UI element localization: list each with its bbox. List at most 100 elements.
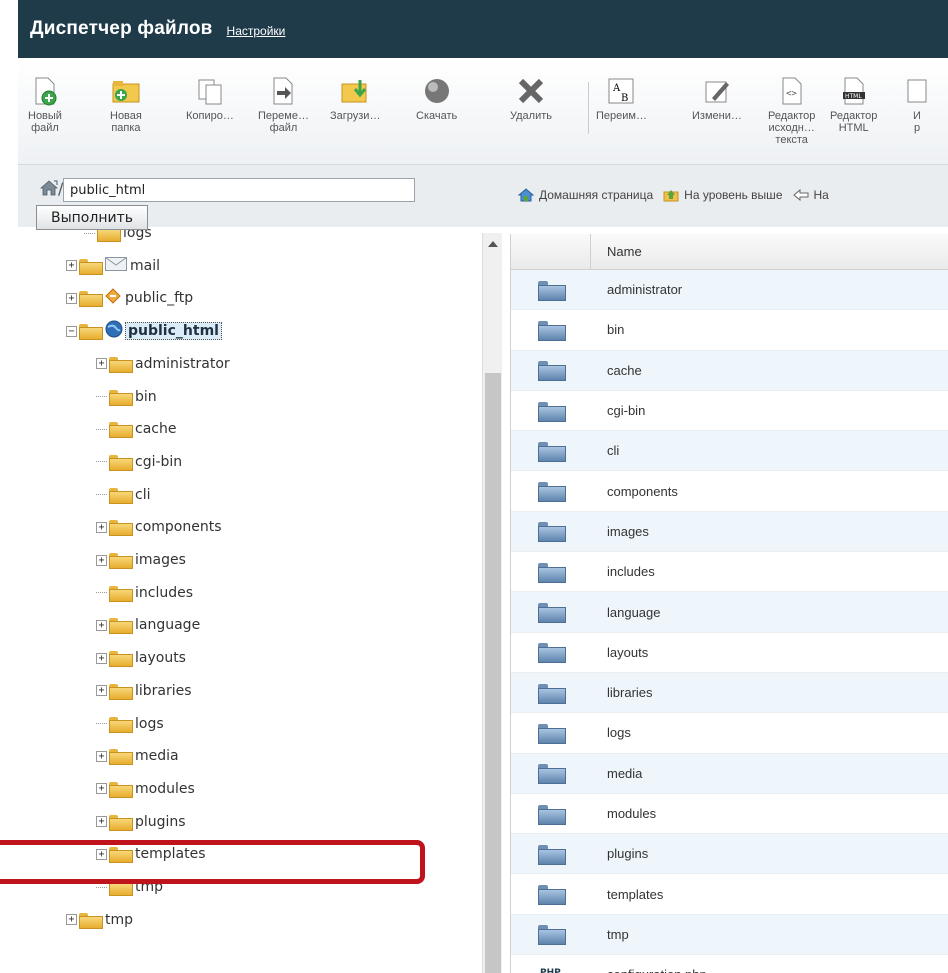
tree-node-components[interactable]: + components xyxy=(96,515,222,539)
tree-node-cli[interactable]: cli xyxy=(96,483,150,507)
expand-icon[interactable]: + xyxy=(96,619,107,631)
table-row[interactable]: plugins xyxy=(511,834,948,875)
table-row[interactable]: cli xyxy=(511,431,948,472)
path-input[interactable] xyxy=(63,178,415,202)
expand-icon[interactable]: + xyxy=(96,685,107,697)
home-page-link[interactable]: Домашняя страница xyxy=(518,188,653,202)
expand-icon[interactable]: + xyxy=(96,358,107,370)
toolbar-button-delete[interactable]: Удалить xyxy=(510,76,552,122)
tree-node-label: bin xyxy=(135,388,157,405)
table-row[interactable]: language xyxy=(511,592,948,633)
row-icon-cell xyxy=(511,441,591,462)
folder-icon xyxy=(109,814,133,831)
toolbar-button-new-folder[interactable]: Новая папка xyxy=(110,76,142,134)
settings-link[interactable]: Настройки xyxy=(227,24,286,38)
row-icon-cell xyxy=(511,764,591,785)
table-row[interactable]: templates xyxy=(511,874,948,915)
tree-node-tmp[interactable]: + tmp xyxy=(66,908,133,932)
toolbar-button-upload[interactable]: Загрузи… xyxy=(330,76,380,122)
copy-icon xyxy=(195,76,225,106)
toolbar-button-move[interactable]: Переме… файл xyxy=(258,76,309,134)
expand-icon[interactable]: + xyxy=(66,260,77,272)
rename-icon: AB xyxy=(606,76,636,106)
expand-icon[interactable]: + xyxy=(96,652,107,664)
collapse-icon[interactable]: − xyxy=(66,325,77,337)
tree-node-libraries[interactable]: + libraries xyxy=(96,679,192,703)
tree-node-cgi-bin[interactable]: cgi-bin xyxy=(96,450,182,474)
toolbar-button-copy[interactable]: Копиро… xyxy=(186,76,234,122)
home-icon[interactable] xyxy=(40,180,58,196)
table-row[interactable]: PHP configuration.php xyxy=(511,955,948,973)
expand-icon[interactable]: + xyxy=(96,554,107,566)
tree-node-public-ftp[interactable]: + public_ftp xyxy=(66,286,193,310)
expand-icon[interactable]: + xyxy=(66,914,77,926)
table-row[interactable]: media xyxy=(511,753,948,794)
scroll-up-arrow[interactable] xyxy=(488,241,498,247)
table-row[interactable]: modules xyxy=(511,794,948,835)
toolbar-button-rename[interactable]: A B Переим… xyxy=(596,76,647,122)
table-row[interactable]: components xyxy=(511,471,948,512)
name-column-header[interactable]: Name xyxy=(591,244,642,259)
toolbar-button-label: Новый файл xyxy=(28,110,62,134)
tree-node-administrator[interactable]: + administrator xyxy=(96,352,230,376)
toolbar-button-label: Новая папка xyxy=(110,110,142,134)
expand-icon[interactable]: + xyxy=(96,783,107,795)
table-row[interactable]: bin xyxy=(511,310,948,351)
tree-node-includes[interactable]: includes xyxy=(96,581,193,605)
table-row[interactable]: libraries xyxy=(511,672,948,714)
row-name: administrator xyxy=(607,282,683,298)
folder-icon xyxy=(538,401,566,422)
tree-node-plugins[interactable]: + plugins xyxy=(96,810,186,834)
tree-node-public-html[interactable]: − public_html xyxy=(66,319,222,343)
tree-node-media[interactable]: + media xyxy=(96,744,179,768)
expand-icon[interactable]: + xyxy=(96,816,107,828)
row-icon-cell xyxy=(511,401,591,422)
tree-node-bin[interactable]: bin xyxy=(96,385,157,409)
icon-column-header[interactable] xyxy=(511,234,591,269)
table-row[interactable]: images xyxy=(511,511,948,553)
table-row[interactable]: includes xyxy=(511,552,948,593)
toolbar-button-source-editor[interactable]: <> Редактор исходн… текста xyxy=(768,76,815,146)
table-row[interactable]: tmp xyxy=(511,914,948,956)
expand-icon[interactable]: + xyxy=(96,848,107,860)
tree-node-language[interactable]: + language xyxy=(96,613,200,637)
row-icon-cell xyxy=(511,361,591,382)
folder-icon xyxy=(109,847,133,864)
table-row[interactable]: cache xyxy=(511,350,948,391)
toolbar-button-edit[interactable]: Измени… xyxy=(692,76,742,122)
tree-node-images[interactable]: + images xyxy=(96,548,186,572)
toolbar-button-more[interactable]: И р xyxy=(902,76,932,134)
expand-icon[interactable]: + xyxy=(66,292,77,304)
folder-icon xyxy=(79,291,103,308)
tree-node-logs[interactable]: logs xyxy=(96,712,164,736)
tree-node-label: tmp xyxy=(135,879,164,895)
table-row[interactable]: cgi-bin xyxy=(511,391,948,432)
scrollbar-thumb[interactable] xyxy=(485,373,501,973)
toolbar-button-label: Загрузи… xyxy=(330,110,381,122)
table-row[interactable]: layouts xyxy=(511,633,948,673)
table-row[interactable]: administrator xyxy=(511,270,948,311)
tree-node-layouts[interactable]: + layouts xyxy=(96,646,186,670)
tree-scrollbar[interactable] xyxy=(482,233,502,973)
toolbar-button-download[interactable]: Скачать xyxy=(416,76,457,122)
tree-node-templates[interactable]: + templates xyxy=(96,842,206,866)
table-row[interactable]: logs xyxy=(511,713,948,754)
tree-node-mail[interactable]: + mail xyxy=(66,254,160,278)
folder-icon xyxy=(538,562,566,583)
back-link[interactable]: На xyxy=(792,188,829,202)
row-icon-cell xyxy=(511,804,591,825)
row-icon-cell xyxy=(511,885,591,906)
toolbar-button-html-editor[interactable]: HTML Редактор HTML xyxy=(830,76,877,134)
go-button[interactable]: Выполнить xyxy=(36,205,148,230)
tree-node-cache[interactable]: cache xyxy=(96,417,176,441)
row-name: modules xyxy=(607,806,657,821)
delete-icon xyxy=(516,76,546,106)
source-editor-icon: <> xyxy=(777,76,807,106)
home-page-icon xyxy=(518,188,534,202)
level-up-link[interactable]: На уровень выше xyxy=(663,188,783,202)
expand-icon[interactable]: + xyxy=(96,521,107,533)
expand-icon[interactable]: + xyxy=(96,750,107,762)
toolbar-button-new-file[interactable]: Новый файл xyxy=(28,76,62,134)
tree-node-modules[interactable]: + modules xyxy=(96,777,195,801)
tree-node-tmp[interactable]: tmp xyxy=(96,875,163,899)
